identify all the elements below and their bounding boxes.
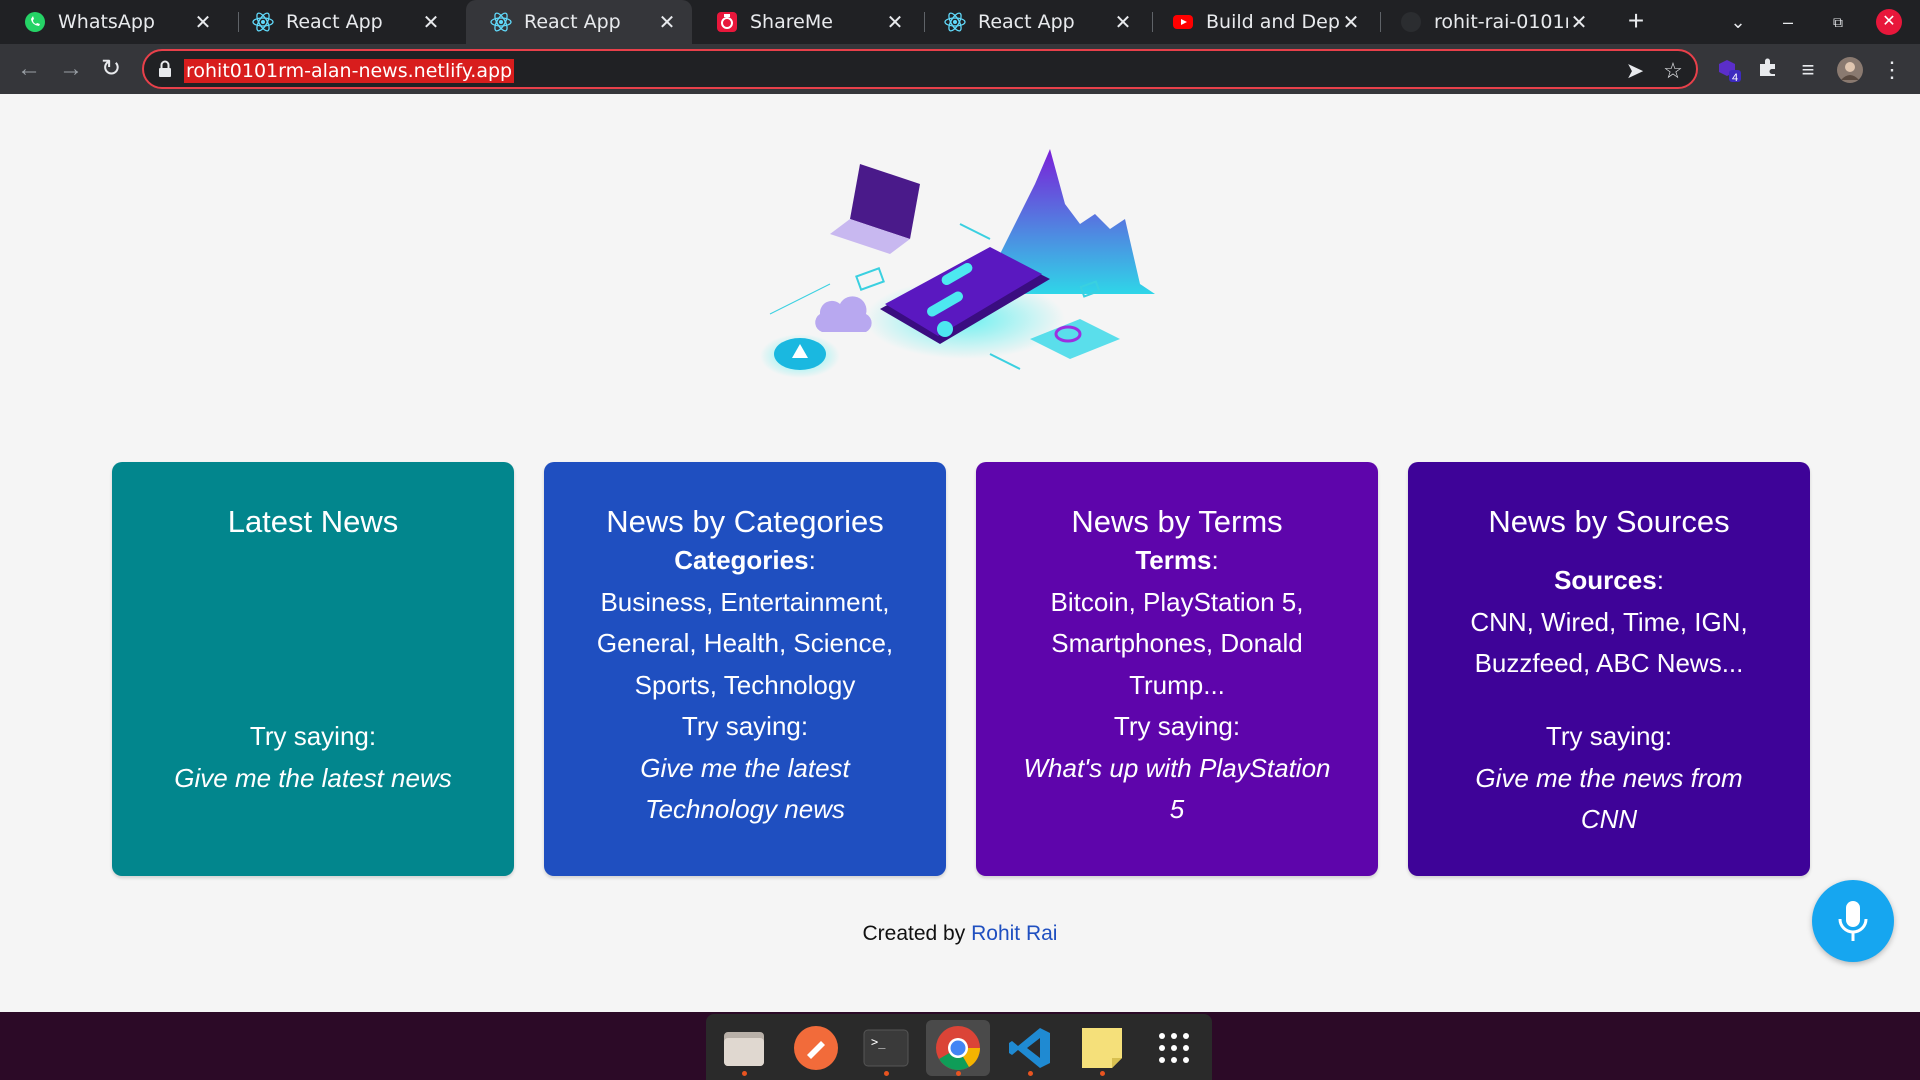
- lock-icon: [158, 60, 172, 83]
- tab-title: React App: [286, 11, 383, 33]
- tab-whatsapp[interactable]: WhatsApp ✕: [0, 0, 228, 44]
- card-info: Terms: Bitcoin, PlayStation 5, Smartphon…: [1016, 540, 1338, 831]
- vscode-icon[interactable]: [998, 1020, 1062, 1076]
- footer-prefix: Created by: [862, 922, 966, 945]
- try-example: Give me the latest news: [174, 762, 452, 793]
- tab-title: Build and Deplo: [1206, 11, 1340, 33]
- restore-button[interactable]: ⧉: [1822, 6, 1854, 38]
- send-icon[interactable]: ➤: [1622, 58, 1648, 84]
- page-content: Latest News Try saying: Give me the late…: [0, 94, 1920, 1012]
- react-icon: [252, 11, 274, 33]
- os-dock: >_: [0, 1012, 1920, 1080]
- browser-toolbar: ← → ↻ rohit0101rm-alan-news.netlify.app …: [0, 44, 1920, 94]
- close-icon[interactable]: ✕: [884, 10, 906, 34]
- card-news-by-sources: News by Sources Sources: CNN, Wired, Tim…: [1408, 462, 1810, 876]
- sticky-notes-icon[interactable]: [1070, 1020, 1134, 1076]
- app-grid-icon[interactable]: [1142, 1020, 1206, 1076]
- react-icon: [490, 11, 512, 33]
- extension-badge-icon[interactable]: 4: [1714, 56, 1742, 84]
- react-icon: [944, 11, 966, 33]
- try-label: Try saying:: [681, 711, 809, 741]
- card-title: News by Terms: [1071, 504, 1283, 539]
- tab-search-button[interactable]: ⌄: [1722, 6, 1754, 38]
- extension-badge-count: 4: [1732, 72, 1739, 84]
- tab-title: rohit-rai-0101rm: [1434, 11, 1568, 33]
- try-example: Give me the news from CNN: [1475, 762, 1743, 835]
- browser-tab-bar: WhatsApp ✕ React App ✕ React App ✕ Share…: [0, 0, 1920, 44]
- microphone-icon: [1838, 901, 1868, 941]
- terminal-icon[interactable]: >_: [854, 1020, 918, 1076]
- card-info: Sources: CNN, Wired, Time, IGN, Buzzfeed…: [1448, 560, 1770, 685]
- media-control-icon[interactable]: ≡: [1794, 56, 1822, 84]
- info-text: Business, Entertainment, General, Health…: [596, 586, 894, 700]
- chrome-icon[interactable]: [926, 1020, 990, 1076]
- try-example: Give me the latest Technology news: [640, 752, 850, 825]
- tab-react-app-2[interactable]: React App ✕: [920, 0, 1148, 44]
- files-icon[interactable]: [712, 1020, 776, 1076]
- close-icon[interactable]: ✕: [1568, 10, 1590, 34]
- postman-icon[interactable]: [784, 1020, 848, 1076]
- url-text: rohit0101rm-alan-news.netlify.app: [184, 59, 515, 83]
- voice-assistant-button[interactable]: [1812, 880, 1894, 962]
- footer: Created by Rohit Rai: [0, 922, 1920, 946]
- star-icon[interactable]: ☆: [1660, 58, 1686, 84]
- card-try-section: Try saying: Give me the latest news: [152, 716, 474, 799]
- try-label: Try saying:: [1545, 721, 1673, 751]
- card-try-section: Try saying: Give me the news from CNN: [1448, 716, 1770, 841]
- card-latest-news: Latest News Try saying: Give me the late…: [112, 462, 514, 876]
- try-label: Try saying:: [249, 721, 377, 751]
- avatar[interactable]: [1836, 56, 1864, 84]
- card-title: News by Sources: [1488, 504, 1730, 539]
- reload-button[interactable]: ↻: [96, 54, 126, 84]
- tab-title: ShareMe: [750, 11, 833, 33]
- try-example: What's up with PlayStation 5: [1023, 752, 1331, 825]
- forward-button[interactable]: →: [56, 54, 86, 84]
- try-label: Try saying:: [1113, 711, 1241, 741]
- whatsapp-icon: [24, 11, 46, 33]
- card-info: Categories: Business, Entertainment, Gen…: [584, 540, 906, 831]
- tab-title: React App: [524, 11, 621, 33]
- tab-github[interactable]: rohit-rai-0101rm ✕: [1376, 0, 1604, 44]
- close-icon[interactable]: ✕: [1340, 10, 1362, 34]
- info-text: CNN, Wired, Time, IGN, Buzzfeed, ABC New…: [1470, 606, 1748, 679]
- close-icon[interactable]: ✕: [656, 10, 678, 34]
- tab-youtube[interactable]: Build and Deplo ✕: [1148, 0, 1376, 44]
- hero-illustration: [760, 149, 1155, 378]
- svg-text:>_: >_: [871, 1035, 886, 1049]
- info-label: Terms: [1135, 545, 1212, 575]
- close-icon[interactable]: ✕: [1112, 10, 1134, 34]
- close-icon[interactable]: ✕: [420, 10, 442, 34]
- author-link[interactable]: Rohit Rai: [971, 922, 1057, 945]
- card-news-by-categories: News by Categories Categories: Business,…: [544, 462, 946, 876]
- back-button[interactable]: ←: [14, 54, 44, 84]
- tab-react-app-active[interactable]: React App ✕: [466, 0, 692, 44]
- card-title: News by Categories: [606, 504, 884, 539]
- tab-react-app-1[interactable]: React App ✕: [228, 0, 456, 44]
- tab-title: React App: [978, 11, 1075, 33]
- window-close-button[interactable]: ✕: [1876, 9, 1902, 35]
- youtube-icon: [1172, 11, 1194, 33]
- puzzle-icon[interactable]: [1754, 56, 1782, 84]
- new-tab-button[interactable]: +: [1620, 6, 1652, 38]
- card-title: Latest News: [227, 504, 399, 539]
- github-icon: [1400, 11, 1422, 33]
- tab-title: WhatsApp: [58, 11, 155, 33]
- card-news-by-terms: News by Terms Terms: Bitcoin, PlayStatio…: [976, 462, 1378, 876]
- close-icon[interactable]: ✕: [192, 10, 214, 34]
- menu-icon[interactable]: ⋮: [1878, 56, 1906, 84]
- info-text: Bitcoin, PlayStation 5, Smartphones, Don…: [1050, 586, 1304, 700]
- info-label: Sources: [1554, 565, 1657, 595]
- tab-shareme[interactable]: ShareMe ✕: [692, 0, 920, 44]
- minimize-button[interactable]: –: [1772, 6, 1804, 38]
- shareme-icon: [716, 11, 738, 33]
- info-label: Categories: [674, 545, 809, 575]
- address-bar[interactable]: rohit0101rm-alan-news.netlify.app ➤ ☆: [142, 49, 1698, 89]
